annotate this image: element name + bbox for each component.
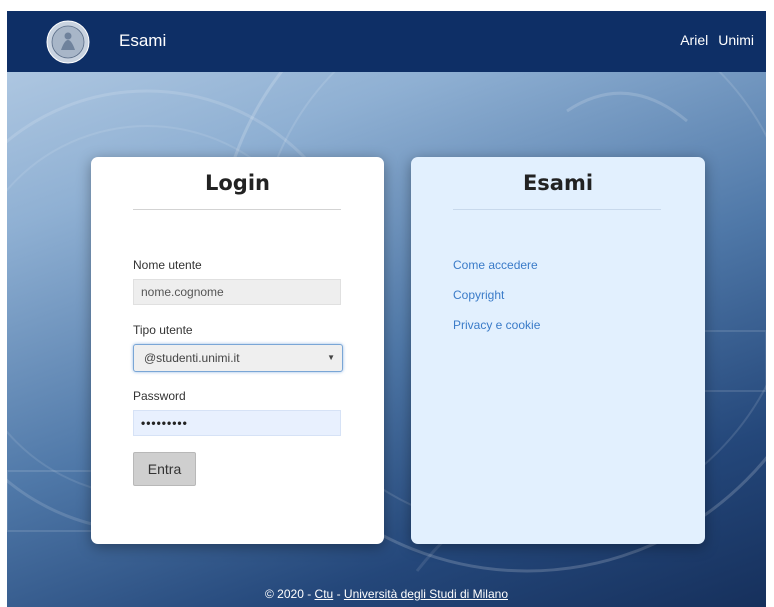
nav-link-unimi[interactable]: Unimi — [718, 32, 754, 48]
footer-copyright: © 2020 - — [265, 587, 315, 601]
info-card: Esami Come accedere Copyright Privacy e … — [411, 157, 705, 544]
brand-title[interactable]: Esami — [119, 31, 166, 51]
password-input[interactable]: ••••••••• — [133, 410, 341, 436]
university-seal-logo-icon[interactable] — [46, 20, 90, 64]
link-privacy-cookie[interactable]: Privacy e cookie — [453, 318, 540, 332]
info-divider — [453, 209, 661, 210]
user-type-label: Tipo utente — [133, 323, 193, 337]
user-type-selected-value: @studenti.unimi.it — [144, 351, 240, 365]
login-title: Login — [205, 171, 270, 195]
footer-separator: - — [333, 587, 344, 601]
link-copyright[interactable]: Copyright — [453, 288, 504, 302]
login-divider — [133, 209, 341, 210]
navbar: Esami Ariel Unimi — [7, 11, 766, 72]
footer: © 2020 - Ctu - Università degli Studi di… — [7, 587, 766, 601]
username-input[interactable]: nome.cognome — [133, 279, 341, 305]
password-label: Password — [133, 389, 186, 403]
nav-links: Ariel Unimi — [680, 32, 754, 48]
username-placeholder: nome.cognome — [141, 285, 224, 299]
footer-link-ctu[interactable]: Ctu — [315, 587, 334, 601]
dropdown-arrow-icon: ▼ — [327, 353, 335, 362]
nav-link-ariel[interactable]: Ariel — [680, 32, 708, 48]
password-masked-value: ••••••••• — [141, 416, 188, 430]
info-title: Esami — [522, 171, 594, 195]
link-come-accedere[interactable]: Come accedere — [453, 258, 538, 272]
login-card: Login Nome utente nome.cognome Tipo uten… — [91, 157, 384, 544]
footer-link-unimi[interactable]: Università degli Studi di Milano — [344, 587, 508, 601]
page-frame: Esami Ariel Unimi Login Nome utente nome… — [7, 11, 766, 607]
username-label: Nome utente — [133, 258, 202, 272]
login-submit-button[interactable]: Entra — [133, 452, 196, 486]
user-type-select[interactable]: @studenti.unimi.it ▼ — [133, 344, 343, 372]
